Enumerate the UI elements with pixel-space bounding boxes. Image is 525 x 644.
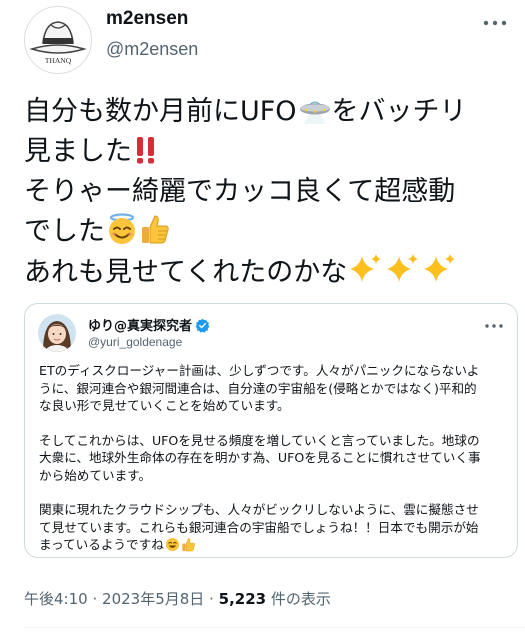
tweet-line-5: あれも見せてくれたのかな <box>24 257 348 288</box>
thumbs-up-icon <box>139 213 171 257</box>
divider <box>24 627 525 628</box>
views-count: 5,223 <box>218 590 267 608</box>
verified-badge-icon <box>195 318 210 337</box>
tweet-meta: 午後4:10 · 2023年5月8日 · 5,223 件の表示 <box>24 588 331 609</box>
svg-text:THANQ: THANQ <box>45 56 72 65</box>
views-label: 件の表示 <box>270 590 331 608</box>
tweet-date[interactable]: 2023年5月8日 <box>102 590 204 608</box>
smiling-halo-icon <box>106 213 138 257</box>
quoted-line: から始めています。 <box>39 467 152 483</box>
quoted-line: そしてこれからは、UFOを見せる頻度を増していくと言っていました。地球の <box>39 432 480 448</box>
quoted-line: 大衆に、地球外生命体の存在を明かす為、UFOを見ることに慣れさせていく事 <box>39 450 481 465</box>
avatar[interactable]: THANQ <box>24 6 92 74</box>
quoted-avatar[interactable] <box>38 314 76 352</box>
double-exclamation-icon <box>133 135 159 177</box>
quoted-text: ETのディスクロージャー計画は、少しずつです。人々がパニックにならないよ うに、… <box>39 362 507 554</box>
quoted-line: 関東に現れたクラウドシップも、人々がビックリしないように、雲に擬態させ <box>39 502 479 517</box>
grinning-icon <box>165 537 180 557</box>
meta-separator: · <box>92 590 98 608</box>
sparkles-icon <box>348 252 460 298</box>
quoted-tweet[interactable]: ゆり@真実探究者 @yuri_goldenage ETのディスクロージャー計画は… <box>24 303 518 558</box>
quoted-line: ETのディスクロージャー計画は、少しずつです。人々がパニックにならないよ <box>39 363 480 378</box>
quoted-line: な良い形で見せていくことを始めています。 <box>39 398 290 413</box>
tweet-line-1-after: をバッチリ <box>331 96 467 127</box>
thumbs-up-icon <box>181 537 196 557</box>
tweet-line-1: 自分も数か月前にUFO <box>24 96 297 127</box>
quoted-name-text: ゆり@真実探究者 <box>88 319 193 334</box>
tweet-line-3: そりゃー綺麗でカッコ良くて超感動 <box>24 176 456 207</box>
author-handle[interactable]: @m2ensen <box>106 39 198 60</box>
tweet-line-2: 見ました <box>24 136 132 167</box>
quoted-display-name[interactable]: ゆり@真実探究者 <box>88 315 210 337</box>
quoted-line-text: まっているようですね <box>39 537 164 552</box>
quoted-more-options-icon[interactable] <box>485 322 503 330</box>
quoted-line-last: まっているようですね <box>39 536 507 554</box>
tweet-text: 自分も数か月前にUFO をバッチリ 見ました そりゃー綺麗でカッコ良くて超感動 … <box>24 92 520 292</box>
meta-separator: · <box>209 590 214 608</box>
tweet-line-4: でした <box>24 216 105 247</box>
tweet-time[interactable]: 午後4:10 <box>24 590 88 608</box>
quoted-line: て見せています。これらも銀河連合の宇宙船でしょうね！！日本でも開示が始 <box>39 519 479 535</box>
author-display-name[interactable]: m2ensen <box>106 8 188 30</box>
quoted-line: うに、銀河連合や銀河間連合は、自分達の宇宙船を(侵略とかではなく)平和的 <box>39 380 477 396</box>
ufo-icon <box>298 95 332 137</box>
quoted-handle[interactable]: @yuri_goldenage <box>88 335 182 349</box>
more-options-icon[interactable] <box>483 18 507 28</box>
